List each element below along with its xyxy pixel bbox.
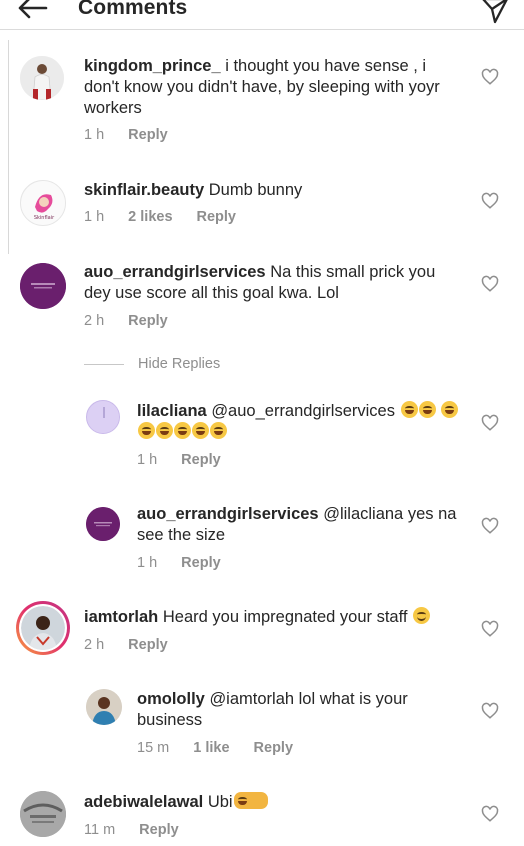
- comment-text: auo_errandgirlservices @lilacliana yes n…: [137, 504, 467, 546]
- avatar[interactable]: Skinflair: [20, 180, 66, 226]
- back-arrow-icon: [18, 0, 48, 19]
- avatar[interactable]: [86, 507, 120, 541]
- comment-body: Heard you impregnated your staff: [162, 608, 408, 626]
- comment-meta: 1 h 2 likes Reply: [84, 209, 260, 225]
- comment-text: skinflair.beauty Dumb bunny: [84, 180, 464, 201]
- direct-send-button[interactable]: [480, 0, 510, 26]
- direct-send-icon: [482, 0, 508, 24]
- comment-time: 15 m: [137, 740, 170, 756]
- comment-username[interactable]: auo_errandgirlservices: [84, 263, 266, 281]
- heart-icon[interactable]: [481, 192, 499, 210]
- comment-text: kingdom_prince_ i thought you have sense…: [84, 56, 454, 119]
- laughing-emoji-icon: [210, 422, 227, 439]
- reply-button[interactable]: Reply: [254, 740, 294, 756]
- hide-replies-button[interactable]: Hide Replies: [84, 356, 220, 372]
- comment-username[interactable]: lilacliana: [137, 402, 207, 420]
- heart-icon[interactable]: [481, 805, 499, 823]
- comment-meta: 1 h Reply: [137, 555, 245, 571]
- reply-button[interactable]: Reply: [128, 127, 168, 143]
- avatar[interactable]: [16, 601, 70, 655]
- back-button[interactable]: [12, 0, 52, 30]
- heart-icon[interactable]: [481, 702, 499, 720]
- comment-username[interactable]: auo_errandgirlservices: [137, 505, 319, 523]
- comments-header: Comments: [0, 0, 524, 30]
- heart-icon[interactable]: [481, 517, 499, 535]
- comment-time: 1 h: [137, 555, 158, 571]
- avatar[interactable]: [20, 263, 66, 309]
- comment-meta: 1 h Reply: [84, 127, 192, 143]
- comment-time: 1 h: [84, 209, 105, 225]
- heart-icon[interactable]: [481, 414, 499, 432]
- comment-text: adebiwalelawal Ubi: [84, 792, 464, 813]
- comment-time: 1 h: [137, 452, 158, 468]
- comment-meta: 15 m 1 like Reply: [137, 740, 317, 756]
- hide-replies-label: Hide Replies: [138, 356, 221, 372]
- comment-username[interactable]: kingdom_prince_: [84, 57, 221, 75]
- comment-time: 2 h: [84, 313, 105, 329]
- comment-meta: 2 h Reply: [84, 637, 192, 653]
- reply-button[interactable]: Reply: [128, 637, 168, 653]
- laughing-emoji-icon: [418, 401, 436, 418]
- comment-meta: 1 h Reply: [137, 452, 245, 468]
- hide-replies-line: [84, 363, 124, 365]
- page-title: Comments: [78, 0, 188, 19]
- laughing-emoji-icon: [400, 401, 418, 418]
- comment-body: Dumb bunny: [208, 181, 303, 199]
- likes-count[interactable]: 2 likes: [128, 209, 172, 225]
- reply-button[interactable]: Reply: [197, 209, 237, 225]
- laughing-emoji-icon: [441, 401, 459, 418]
- comment-time: 1 h: [84, 127, 105, 143]
- avatar[interactable]: [20, 56, 64, 100]
- comment-time: 11 m: [84, 822, 116, 838]
- laughing-emoji-icon: [174, 422, 191, 439]
- heart-icon[interactable]: [481, 68, 499, 86]
- reply-button[interactable]: Reply: [128, 313, 168, 329]
- laughing-emoji-icon: [138, 422, 155, 439]
- comment-text: lilacliana @auo_errandgirlservices: [137, 401, 467, 443]
- heart-icon[interactable]: [481, 620, 499, 638]
- laughing-emoji-icon: [192, 422, 209, 439]
- comment-body: Ubi: [207, 793, 233, 811]
- reply-button[interactable]: Reply: [181, 452, 221, 468]
- comment-username[interactable]: iamtorlah: [84, 608, 158, 626]
- avatar[interactable]: [86, 689, 122, 725]
- comment-username[interactable]: skinflair.beauty: [84, 181, 204, 199]
- comment-text: omololly @iamtorlah lol what is your bus…: [137, 689, 467, 731]
- clapping-hands-emoji-icon: [233, 792, 268, 809]
- smiling-emoji-icon: [413, 607, 431, 624]
- comment-text: auo_errandgirlservices Na this small pri…: [84, 262, 464, 304]
- avatar[interactable]: [86, 400, 120, 434]
- comment-body: @auo_errandgirlservices: [211, 402, 395, 420]
- comment-meta: 11 m Reply: [84, 822, 203, 838]
- comment-text: iamtorlah Heard you impregnated your sta…: [84, 607, 474, 628]
- comment-username[interactable]: omololly: [137, 690, 205, 708]
- left-edge-divider: [8, 40, 9, 254]
- comment-username[interactable]: adebiwalelawal: [84, 793, 203, 811]
- reply-button[interactable]: Reply: [139, 822, 179, 838]
- comment-meta: 2 h Reply: [84, 313, 192, 329]
- svg-text:Skinflair: Skinflair: [34, 215, 55, 221]
- comment-time: 2 h: [84, 637, 105, 653]
- avatar[interactable]: [20, 791, 66, 837]
- heart-icon[interactable]: [481, 275, 499, 293]
- likes-count[interactable]: 1 like: [193, 740, 229, 756]
- laughing-emoji-icon: [156, 422, 173, 439]
- reply-button[interactable]: Reply: [181, 555, 221, 571]
